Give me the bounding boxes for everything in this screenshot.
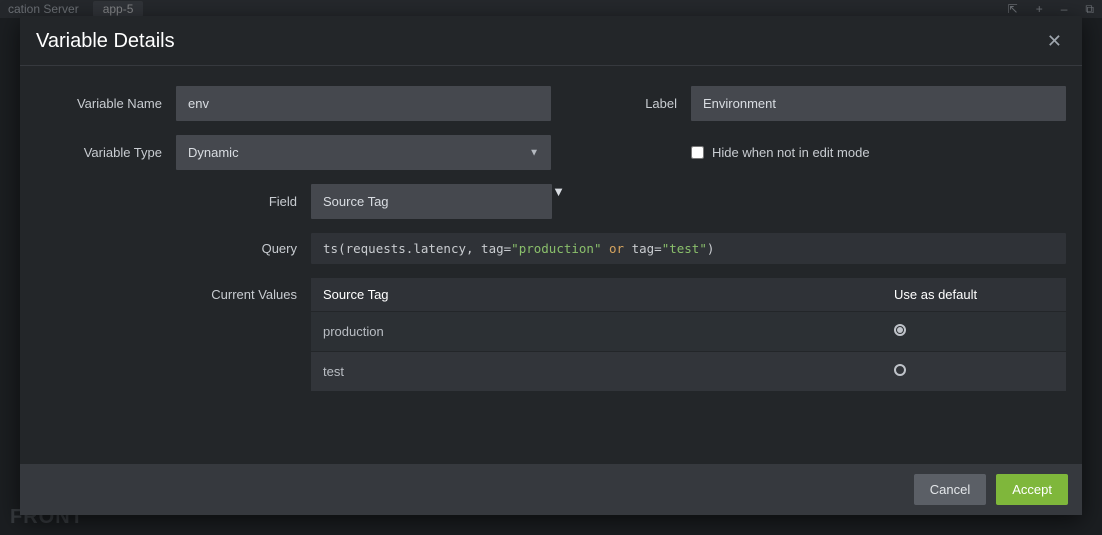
chevron-down-icon: ▼: [552, 184, 565, 219]
modal-body: Variable Name Label Variable Type Dynami…: [20, 66, 1082, 464]
variable-details-modal: Variable Details ✕ Variable Name Label V…: [20, 16, 1082, 515]
hide-checkbox-row[interactable]: Hide when not in edit mode: [691, 145, 870, 160]
hide-checkbox-label: Hide when not in edit mode: [712, 145, 870, 160]
accept-button[interactable]: Accept: [996, 474, 1068, 505]
query-input[interactable]: ts(requests.latency, tag="production" or…: [311, 233, 1066, 264]
variable-name-label: Variable Name: [36, 96, 176, 111]
close-icon[interactable]: ✕: [1043, 31, 1066, 52]
variable-name-input[interactable]: [176, 86, 551, 121]
label-label: Label: [551, 96, 691, 111]
variable-type-label: Variable Type: [36, 145, 176, 160]
table-row: production: [311, 311, 1066, 351]
default-radio-cell: [894, 364, 1054, 379]
col-header-source-tag: Source Tag: [323, 287, 894, 302]
hide-checkbox[interactable]: [691, 146, 704, 159]
default-radio[interactable]: [894, 324, 906, 336]
variable-type-select[interactable]: Dynamic: [176, 135, 551, 170]
modal-header: Variable Details ✕: [20, 16, 1082, 66]
field-select[interactable]: Source Tag: [311, 184, 552, 219]
table-cell-tag: production: [323, 324, 894, 339]
modal-footer: Cancel Accept: [20, 464, 1082, 515]
table-cell-tag: test: [323, 364, 894, 379]
values-table-header: Source Tag Use as default: [311, 278, 1066, 311]
field-label: Field: [36, 194, 311, 209]
modal-title: Variable Details: [36, 30, 175, 53]
col-header-default: Use as default: [894, 287, 1054, 302]
default-radio-cell: [894, 324, 1054, 339]
table-row: test: [311, 351, 1066, 391]
query-label: Query: [36, 241, 311, 256]
label-input[interactable]: [691, 86, 1066, 121]
default-radio[interactable]: [894, 364, 906, 376]
current-values-label: Current Values: [36, 278, 311, 302]
cancel-button[interactable]: Cancel: [914, 474, 986, 505]
